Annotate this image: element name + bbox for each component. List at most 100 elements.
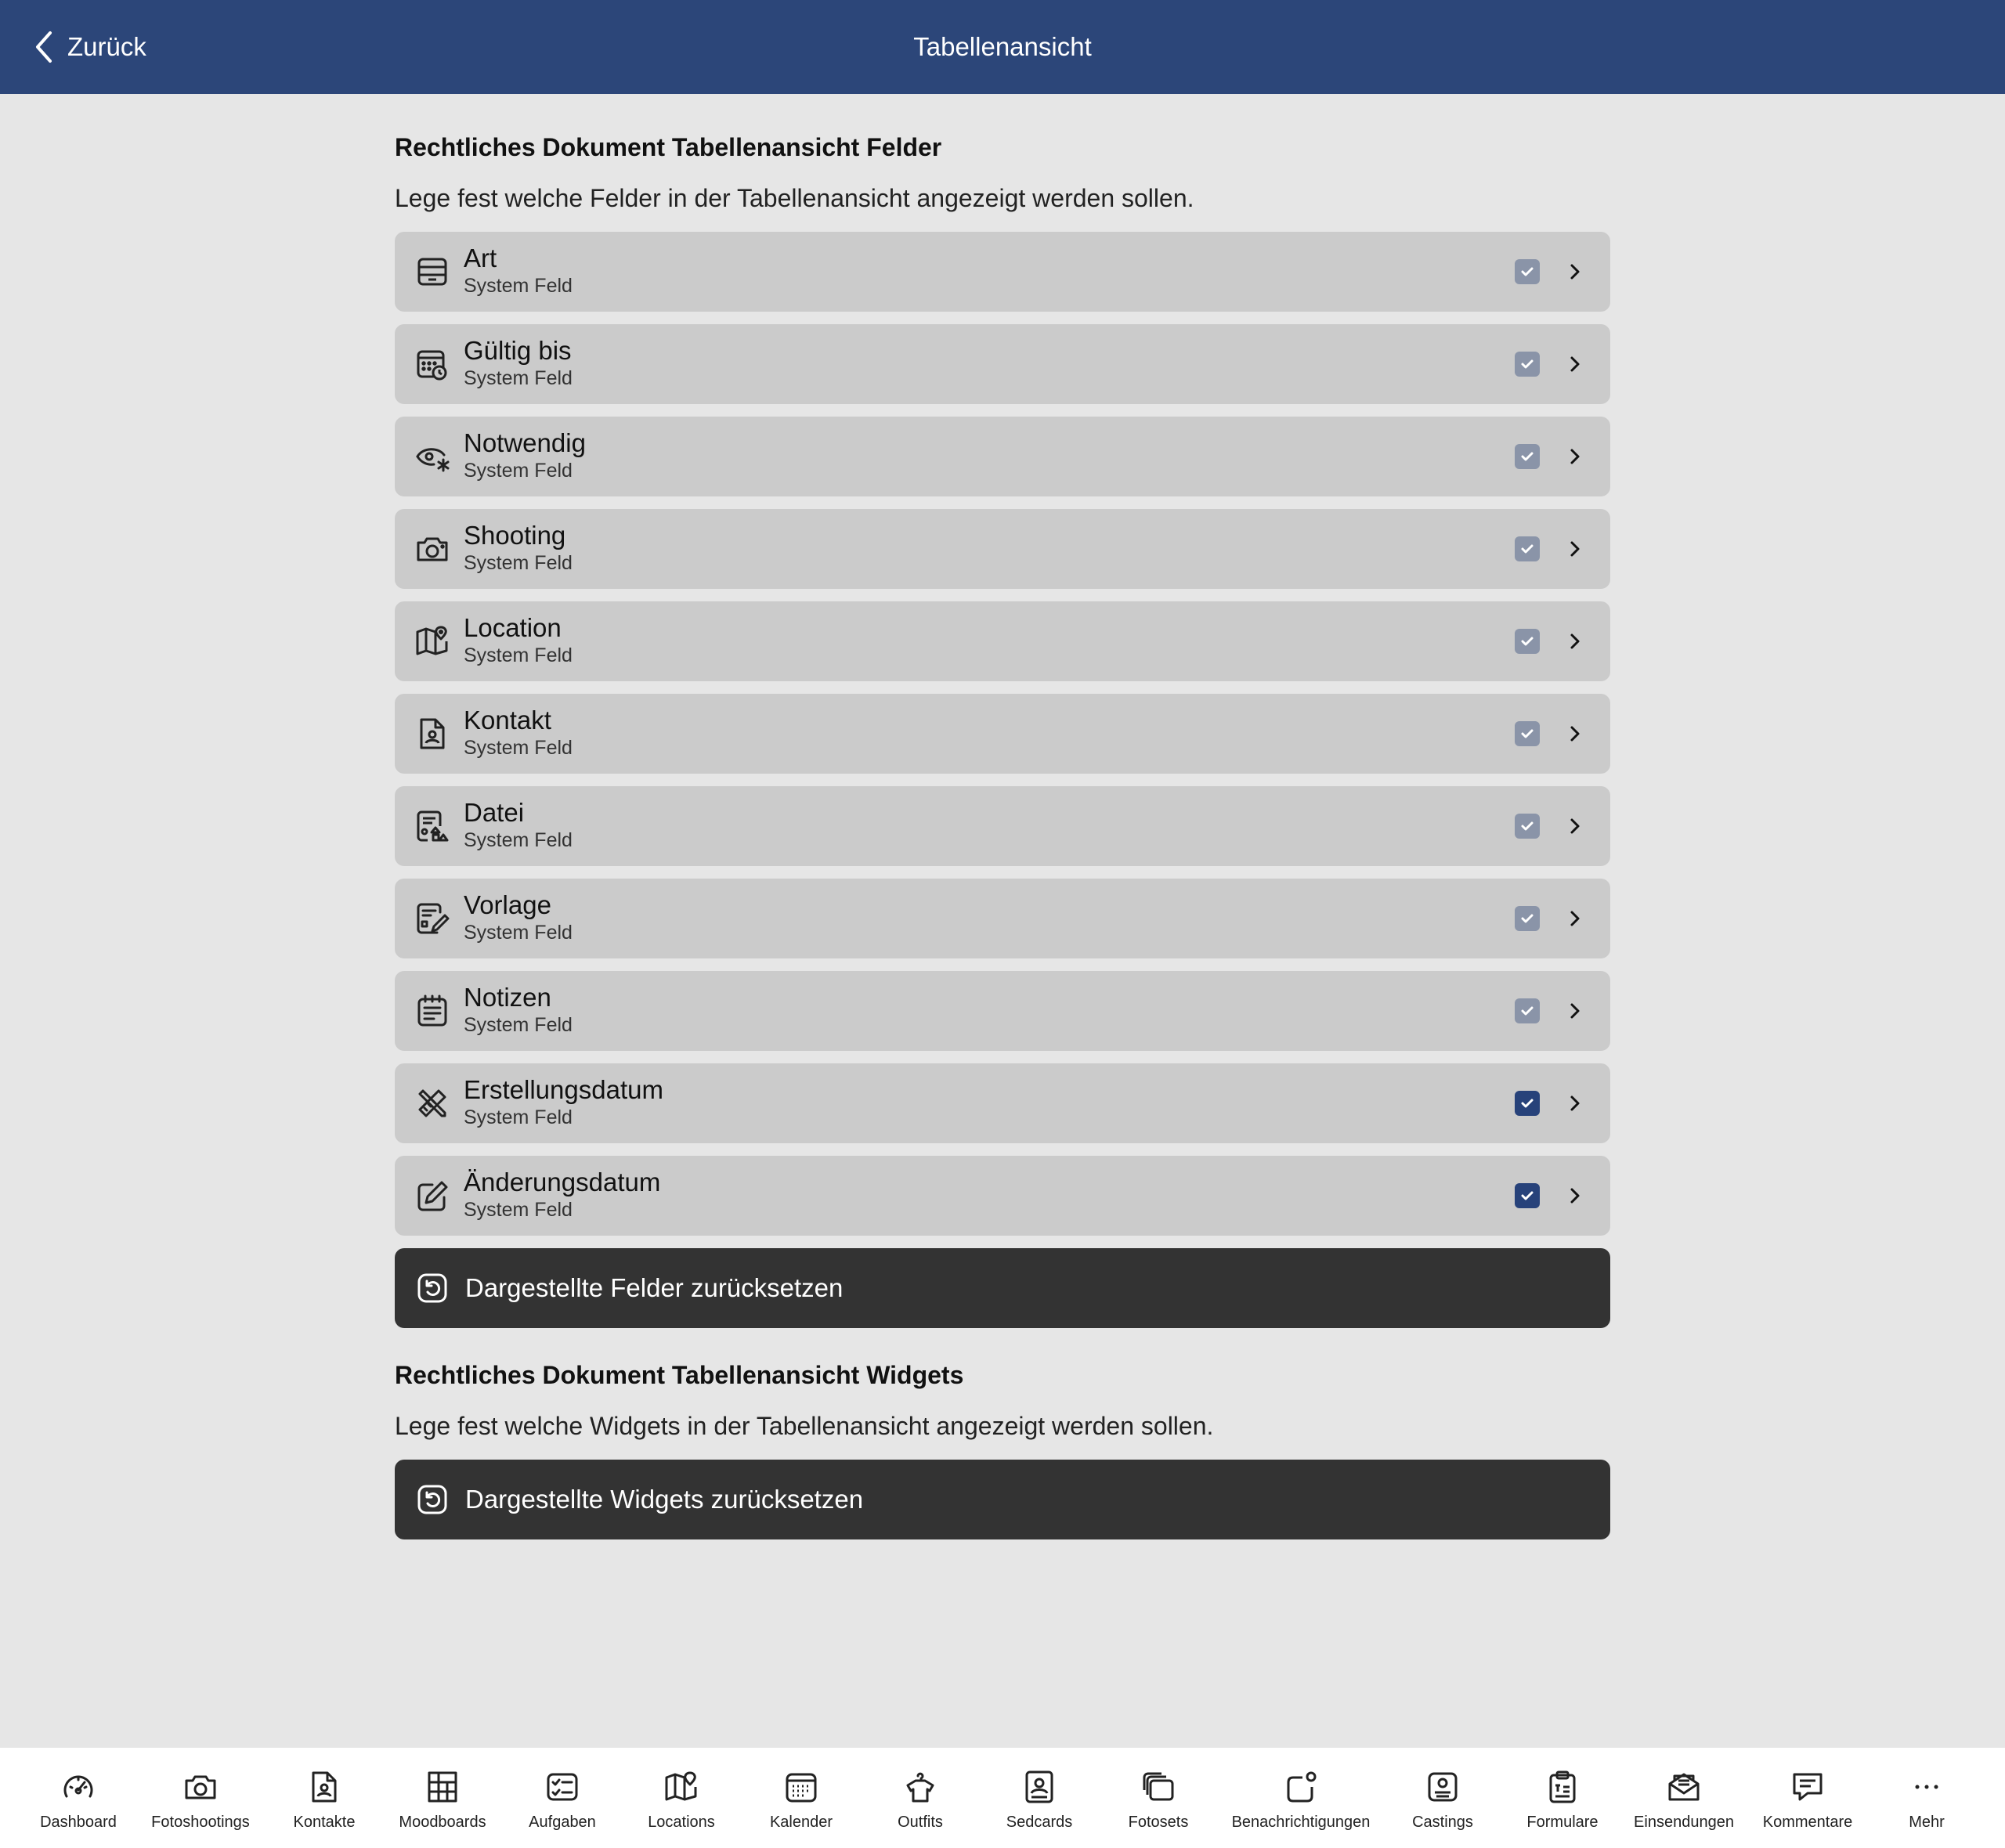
field-name: Erstellungsdatum [464, 1075, 663, 1104]
tab-outfits[interactable]: Outfits [873, 1748, 967, 1848]
chevron-right-icon[interactable] [1566, 721, 1584, 746]
field-name: Vorlage [464, 890, 551, 919]
field-row-location[interactable]: Location System Feld [395, 601, 1610, 681]
tab-kontakte[interactable]: Kontakte [277, 1748, 371, 1848]
tab-locations[interactable]: Locations [634, 1748, 728, 1848]
tab-fotosets[interactable]: Fotosets [1111, 1748, 1205, 1848]
field-row-shooting[interactable]: Shooting System Feld [395, 509, 1610, 589]
tab-benachrichtigungen[interactable]: Benachrichtigungen [1226, 1748, 1375, 1848]
field-name: Gültig bis [464, 336, 572, 365]
field-row-art[interactable]: Art System Feld [395, 232, 1610, 312]
checkmark-icon [1521, 267, 1534, 276]
tab-label: Aufgaben [529, 1814, 596, 1831]
field-name: Datei [464, 798, 525, 827]
reset-widgets-label: Dargestellte Widgets zurücksetzen [465, 1485, 864, 1514]
notification-icon [1287, 1771, 1317, 1803]
field-checkbox[interactable] [1515, 721, 1540, 746]
field-subtitle: System Feld [464, 829, 573, 851]
tab-dashboard[interactable]: Dashboard [31, 1748, 125, 1848]
widgets-section-description: Lege fest welche Widgets in der Tabellen… [395, 1412, 1214, 1440]
field-row-vorlage[interactable]: Vorlage System Feld [395, 879, 1610, 958]
field-subtitle: System Feld [464, 922, 573, 944]
tab-label: Kontakte [293, 1814, 356, 1831]
tab-label: Sedcards [1006, 1814, 1073, 1831]
chevron-right-icon[interactable] [1566, 1091, 1584, 1116]
reset-fields-button[interactable]: Dargestellte Felder zurücksetzen [395, 1248, 1610, 1328]
tab-castings[interactable]: Castings [1396, 1748, 1490, 1848]
tab-einsendungen[interactable]: Einsendungen [1629, 1748, 1739, 1848]
casting-icon [1428, 1772, 1458, 1802]
field-subtitle: System Feld [464, 1199, 573, 1221]
tab-moodboards[interactable]: Moodboards [392, 1748, 493, 1848]
file-shapes-icon [415, 809, 450, 843]
tab-label: Moodboards [399, 1814, 486, 1831]
tab-label: Castings [1412, 1814, 1473, 1831]
checkmark-icon [1521, 544, 1534, 554]
field-row-gueltig-bis[interactable]: Gültig bis System Feld [395, 324, 1610, 404]
field-row-notizen[interactable]: Notizen System Feld [395, 971, 1610, 1051]
field-checkbox[interactable] [1515, 444, 1540, 469]
field-checkbox[interactable] [1515, 352, 1540, 377]
tab-mehr[interactable]: Mehr [1880, 1748, 1974, 1848]
chevron-right-icon[interactable] [1566, 536, 1584, 561]
field-row-aenderungsdatum[interactable]: Änderungsdatum System Feld [395, 1156, 1610, 1236]
pencil-ruler-icon [415, 1086, 450, 1121]
tab-formulare[interactable]: Formulare [1515, 1748, 1609, 1848]
field-checkbox[interactable] [1515, 1183, 1540, 1208]
field-checkbox[interactable] [1515, 629, 1540, 654]
tab-label: Locations [648, 1814, 715, 1831]
field-name: Notizen [464, 983, 551, 1012]
map-pin-icon [415, 624, 450, 659]
tab-sedcards[interactable]: Sedcards [992, 1748, 1086, 1848]
chevron-right-icon[interactable] [1566, 259, 1584, 284]
chevron-right-icon[interactable] [1566, 1183, 1584, 1208]
field-row-erstellungsdatum[interactable]: Erstellungsdatum System Feld [395, 1063, 1610, 1143]
tab-label: Kommentare [1762, 1814, 1853, 1831]
clipboard-icon [1549, 1770, 1576, 1803]
field-checkbox[interactable] [1515, 906, 1540, 931]
field-checkbox[interactable] [1515, 259, 1540, 284]
field-checkbox[interactable] [1515, 814, 1540, 839]
field-checkbox[interactable] [1515, 998, 1540, 1023]
field-checkbox[interactable] [1515, 1091, 1540, 1116]
chevron-right-icon[interactable] [1566, 352, 1584, 377]
calendar-clock-icon [415, 347, 450, 381]
gauge-icon [63, 1775, 93, 1798]
more-dots-icon [1915, 1785, 1938, 1789]
tab-label: Kalender [769, 1814, 833, 1831]
widgets-section-title: Rechtliches Dokument Tabellenansicht Wid… [395, 1361, 964, 1389]
page-title: Tabellenansicht [913, 32, 1092, 61]
notepad-icon [415, 994, 450, 1028]
chevron-right-icon[interactable] [1566, 998, 1584, 1023]
chevron-right-icon[interactable] [1566, 814, 1584, 839]
checkmark-icon [1521, 1191, 1534, 1200]
tab-aufgaben[interactable]: Aufgaben [515, 1748, 609, 1848]
map-pin-icon [665, 1771, 697, 1801]
chevron-right-icon[interactable] [1566, 629, 1584, 654]
hanger-shirt-icon [906, 1772, 934, 1803]
field-row-kontakt[interactable]: Kontakt System Feld [395, 694, 1610, 774]
field-row-datei[interactable]: Datei System Feld [395, 786, 1610, 866]
grid-board-icon [428, 1771, 457, 1803]
field-row-notwendig[interactable]: Notwendig System Feld [395, 417, 1610, 496]
field-checkbox[interactable] [1515, 536, 1540, 561]
reset-widgets-button[interactable]: Dargestellte Widgets zurücksetzen [395, 1460, 1610, 1539]
bottom-tab-bar: Dashboard Fotoshootings Kontakte Moodboa… [0, 1748, 2005, 1848]
eye-asterisk-icon [415, 439, 450, 474]
chevron-right-icon[interactable] [1566, 906, 1584, 931]
checkmark-icon [1521, 452, 1534, 461]
tab-fotoshootings[interactable]: Fotoshootings [146, 1748, 255, 1848]
reset-icon [417, 1273, 447, 1303]
tab-kalender[interactable]: Kalender [754, 1748, 848, 1848]
field-name: Shooting [464, 521, 566, 550]
field-subtitle: System Feld [464, 1106, 573, 1128]
tab-kommentare[interactable]: Kommentare [1757, 1748, 1859, 1848]
chevron-right-icon[interactable] [1566, 444, 1584, 469]
tab-label: Fotosets [1128, 1814, 1189, 1831]
camera-icon [415, 532, 450, 566]
field-subtitle: System Feld [464, 1014, 573, 1036]
comment-icon [1793, 1773, 1823, 1801]
field-subtitle: System Feld [464, 367, 573, 389]
fields-section-title: Rechtliches Dokument Tabellenansicht Fel… [395, 133, 942, 161]
fields-section-description: Lege fest welche Felder in der Tabellena… [395, 184, 1194, 212]
